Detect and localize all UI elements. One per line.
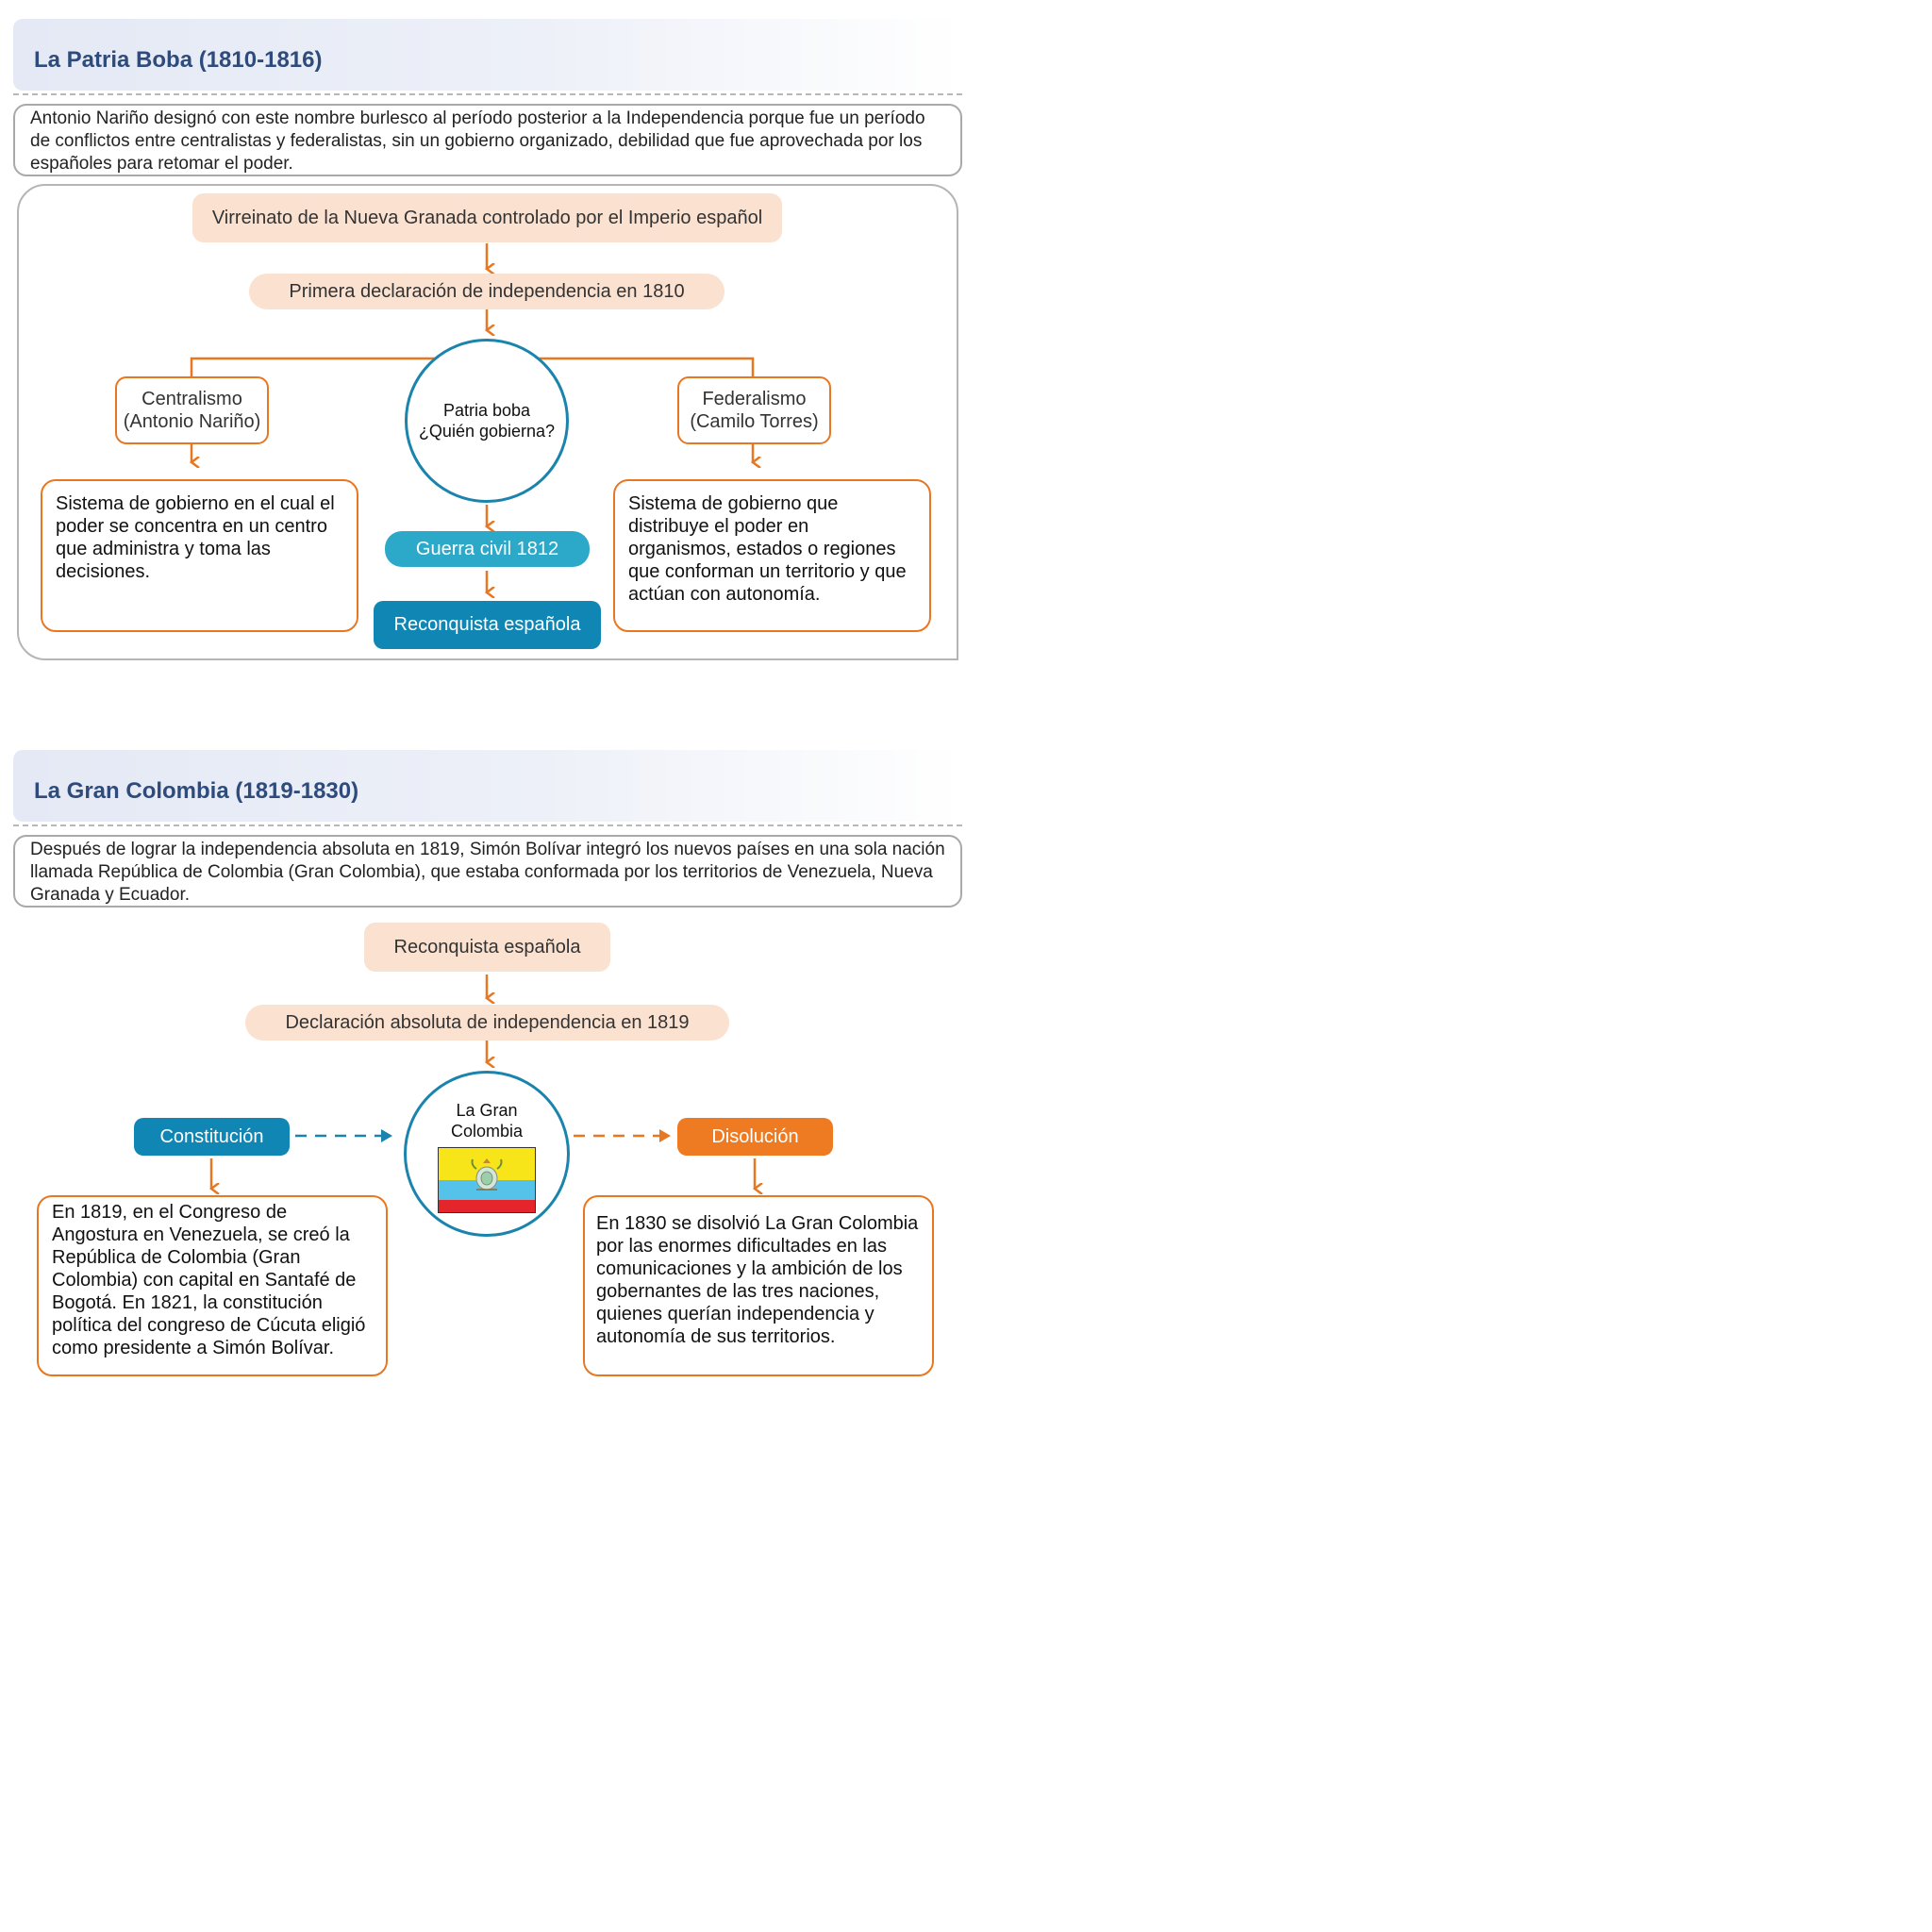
section2-intro: Después de lograr la independencia absol…: [13, 835, 962, 908]
first-declaration-box: Primera declaración de independencia en …: [249, 274, 724, 309]
civil-war-box: Guerra civil 1812: [385, 531, 590, 567]
circle2-line1: La Gran: [456, 1101, 518, 1120]
centralism-description: Sistema de gobierno en el cual el poder …: [41, 479, 358, 632]
gran-colombia-circle: La Gran Colombia: [404, 1071, 570, 1237]
centralism-label: Centralismo: [142, 389, 242, 409]
dissolution-description: En 1830 se disolvió La Gran Colombia por…: [583, 1195, 934, 1376]
federalism-label: Federalismo: [702, 389, 807, 409]
federalism-box: Federalismo (Camilo Torres): [677, 376, 831, 444]
patria-boba-circle: Patria boba ¿Quién gobierna?: [405, 339, 569, 503]
federalism-description: Sistema de gobierno que distribuye el po…: [613, 479, 931, 632]
dissolution-box: Disolución: [677, 1118, 833, 1156]
circle-title: Patria boba: [442, 401, 531, 420]
section2-divider: [13, 824, 962, 826]
circle-question: ¿Quién gobierna?: [418, 422, 556, 441]
absolute-declaration-box: Declaración absoluta de independencia en…: [245, 1005, 729, 1041]
reconquest-top-box: Reconquista española: [364, 923, 610, 972]
centralism-box: Centralismo (Antonio Nariño): [115, 376, 269, 444]
viceroyalty-box: Virreinato de la Nueva Granada controlad…: [192, 193, 782, 242]
reconquest-box: Reconquista española: [374, 601, 601, 649]
circle2-line2: Colombia: [450, 1122, 524, 1141]
constitution-box: Constitución: [134, 1118, 290, 1156]
constitution-description: En 1819, en el Congreso de Angostura en …: [37, 1195, 388, 1376]
centralism-person: (Antonio Nariño): [123, 411, 261, 432]
gran-colombia-flag-icon: [438, 1147, 536, 1213]
federalism-person: (Camilo Torres): [690, 411, 819, 432]
section2-title: La Gran Colombia (1819-1830): [34, 778, 359, 804]
